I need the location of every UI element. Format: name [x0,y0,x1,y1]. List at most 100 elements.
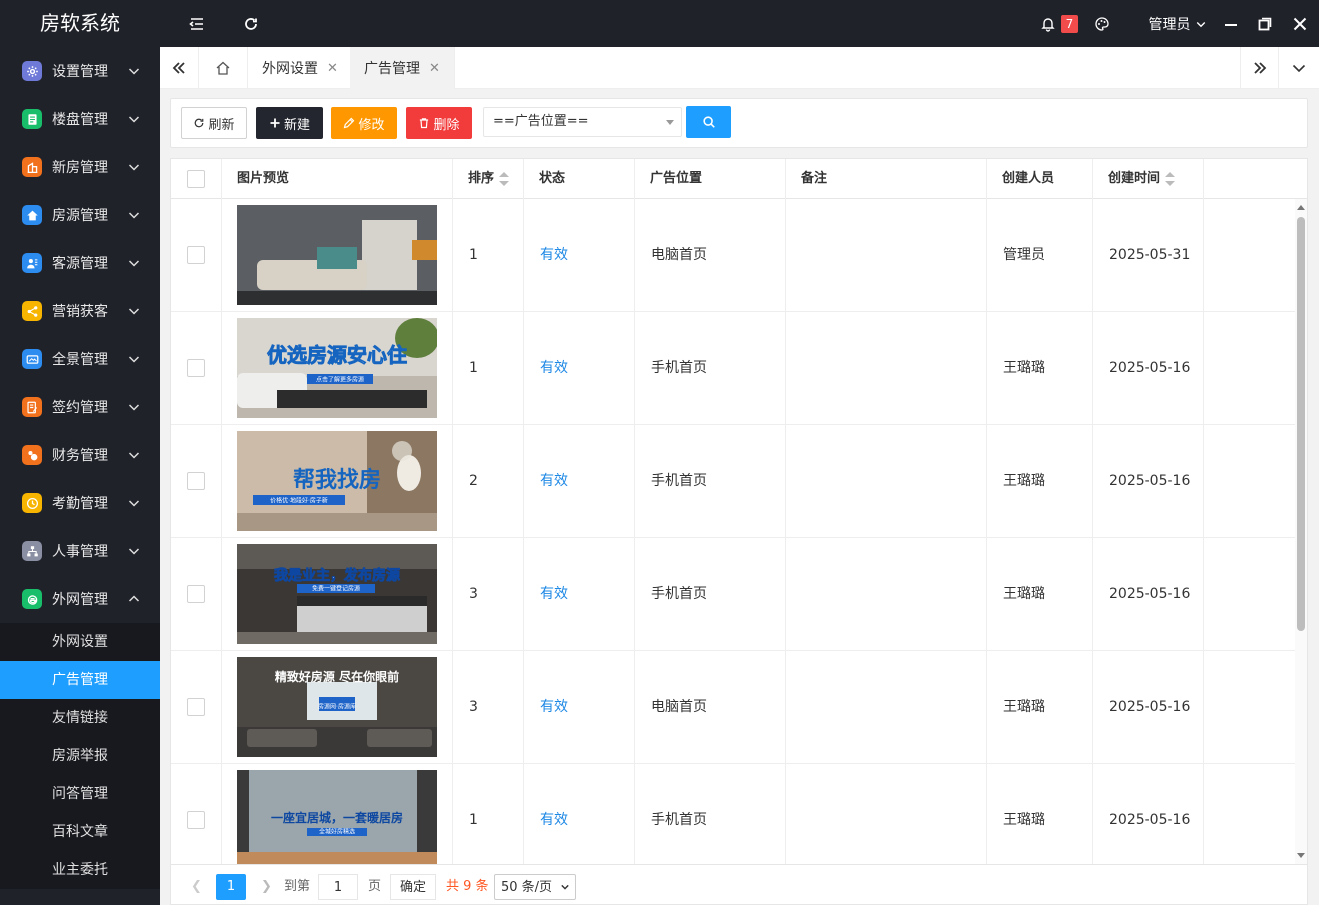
search-icon [702,116,715,128]
tab-label: 广告管理 [364,61,420,77]
close-tab-icon[interactable]: ✕ [429,61,440,76]
close-window-button[interactable] [1287,0,1313,47]
sidebar-item-11[interactable]: 人事管理 [0,527,160,575]
sidebar-item-9[interactable]: 财务管理 [0,431,160,479]
top-header: 7 管理员 [160,0,1319,47]
theme-button[interactable] [1088,0,1116,47]
cell-position: 手机首页 [635,312,786,425]
delete-button[interactable]: 删除 [406,107,472,139]
table-row[interactable]: 优选房源安心住 点击了解更多房源 1 有效 手机首页 王璐璐 2025-05-16 [171,312,1295,425]
notification-button[interactable]: 7 [1034,0,1084,47]
edit-button[interactable]: 修改 [331,107,397,139]
sidebar-item-3[interactable]: 新房管理 [0,143,160,191]
row-checkbox[interactable] [187,585,205,603]
scroll-up-arrow[interactable] [1297,205,1305,210]
cell-status[interactable]: 有效 [524,651,635,764]
sidebar-item-label: 营销获客 [52,304,108,320]
row-checkbox[interactable] [187,246,205,264]
sidebar-item-8[interactable]: 签约管理 [0,383,160,431]
banner-thumbnail[interactable] [237,205,437,305]
table-row[interactable]: 一座宜居城，一套暖居房 全城好房精选 1 有效 手机首页 王璐璐 2025-05-16 [171,764,1295,864]
page-number-current[interactable]: 1 [216,874,246,900]
next-page-icon[interactable]: ❯ [261,874,272,900]
tab-ad-management[interactable]: 广告管理 ✕ [350,47,455,89]
banner-thumbnail[interactable]: 我是业主，发布房源 免费一键登记房源 [237,544,437,644]
sidebar-item-12[interactable]: 外网管理 [0,575,160,623]
contract-icon [22,397,42,417]
new-button[interactable]: 新建 [256,107,323,139]
sidebar-subitem-5[interactable]: 问答管理 [0,775,160,813]
goto-page-input[interactable]: 1 [318,874,358,900]
tab-outer-settings[interactable]: 外网设置 ✕ [248,47,353,89]
column-header-created[interactable]: 创建时间 [1093,159,1204,199]
column-header-status: 状态 [524,159,635,199]
sidebar-item-label: 考勤管理 [52,496,108,512]
select-all-checkbox[interactable] [187,170,205,188]
cell-status[interactable]: 有效 [524,312,635,425]
refresh-label: 刷新 [208,117,235,133]
sidebar-subitem-1[interactable]: 外网设置 [0,623,160,661]
tab-scroll-right-button[interactable] [1240,47,1279,89]
column-header-position: 广告位置 [635,159,786,199]
banner-subtitle: 房源网·房源库 [318,703,356,711]
banner-thumbnail[interactable]: 一座宜居城，一套暖居房 全城好房精选 [237,770,437,864]
sidebar-item-6[interactable]: 营销获客 [0,287,160,335]
banner-thumbnail[interactable]: 精致好房源 尽在你眼前 房源网·房源库 [237,657,437,757]
sidebar-subitem-2[interactable]: 广告管理 [0,661,160,699]
cell-status[interactable]: 有效 [524,425,635,538]
sidebar-item-7[interactable]: 全景管理 [0,335,160,383]
tab-home[interactable] [199,47,248,89]
sort-icon[interactable] [499,171,510,186]
sidebar-item-4[interactable]: 房源管理 [0,191,160,239]
sidebar-item-label: 房源管理 [52,208,108,224]
minimize-button[interactable] [1218,0,1244,47]
cell-created: 2025-05-16 [1093,312,1204,425]
sidebar-item-1[interactable]: 设置管理 [0,47,160,95]
sidebar-item-2[interactable]: 楼盘管理 [0,95,160,143]
cell-status[interactable]: 有效 [524,764,635,864]
scroll-down-arrow[interactable] [1297,853,1305,858]
goto-confirm-button[interactable]: 确定 [390,874,437,900]
sort-icon[interactable] [1165,171,1176,186]
row-checkbox[interactable] [187,811,205,829]
cell-sort: 1 [453,312,524,425]
app-logo-title: 房软系统 [0,0,160,47]
sidebar-item-5[interactable]: 客源管理 [0,239,160,287]
tab-scroll-left-button[interactable] [160,47,199,89]
org-chart-icon [22,541,42,561]
refresh-button[interactable]: 刷新 [181,107,247,139]
table-row[interactable]: 我是业主，发布房源 免费一键登记房源 3 有效 手机首页 王璐璐 2025-05-16 [171,538,1295,651]
row-checkbox[interactable] [187,359,205,377]
user-menu[interactable]: 管理员 [1145,0,1210,47]
table-row[interactable]: 帮我找房 价格优·地段好·房子新 2 有效 手机首页 王璐璐 2025-05-16 [171,425,1295,538]
sidebar-subitem-3[interactable]: 友情链接 [0,699,160,737]
cell-status[interactable]: 有效 [524,199,635,312]
search-button[interactable] [686,106,731,138]
tab-menu-button[interactable] [1279,47,1318,89]
sidebar-subitem-6[interactable]: 百科文章 [0,813,160,851]
sidebar-item-10[interactable]: 考勤管理 [0,479,160,527]
close-tab-icon[interactable]: ✕ [327,61,338,76]
banner-thumbnail[interactable]: 优选房源安心住 点击了解更多房源 [237,318,437,418]
sidebar-subitem-4[interactable]: 房源举报 [0,737,160,775]
table-row[interactable]: 精致好房源 尽在你眼前 房源网·房源库 3 有效 电脑首页 王璐璐 2025-05-16 [171,651,1295,764]
prev-page-icon[interactable]: ❮ [191,874,202,900]
cell-status[interactable]: 有效 [524,538,635,651]
page-size-select[interactable]: 50 条/页 [494,874,576,900]
refresh-page-button[interactable] [236,0,266,47]
cell-creator: 王璐璐 [987,425,1093,538]
chevron-down-icon [128,356,140,363]
cell-position: 手机首页 [635,538,786,651]
ad-position-select[interactable]: ==广告位置== [483,107,682,137]
column-header-sort[interactable]: 排序 [453,159,524,199]
row-checkbox[interactable] [187,472,205,490]
row-checkbox-cell [171,651,222,764]
vertical-scrollbar[interactable] [1295,199,1307,864]
sidebar-subitem-7[interactable]: 业主委托 [0,851,160,889]
banner-thumbnail[interactable]: 帮我找房 价格优·地段好·房子新 [237,431,437,531]
collapse-menu-button[interactable] [182,0,212,47]
scrollbar-thumb[interactable] [1297,217,1305,631]
row-checkbox[interactable] [187,698,205,716]
table-row[interactable]: 1 有效 电脑首页 管理员 2025-05-31 [171,199,1295,312]
maximize-button[interactable] [1252,0,1278,47]
